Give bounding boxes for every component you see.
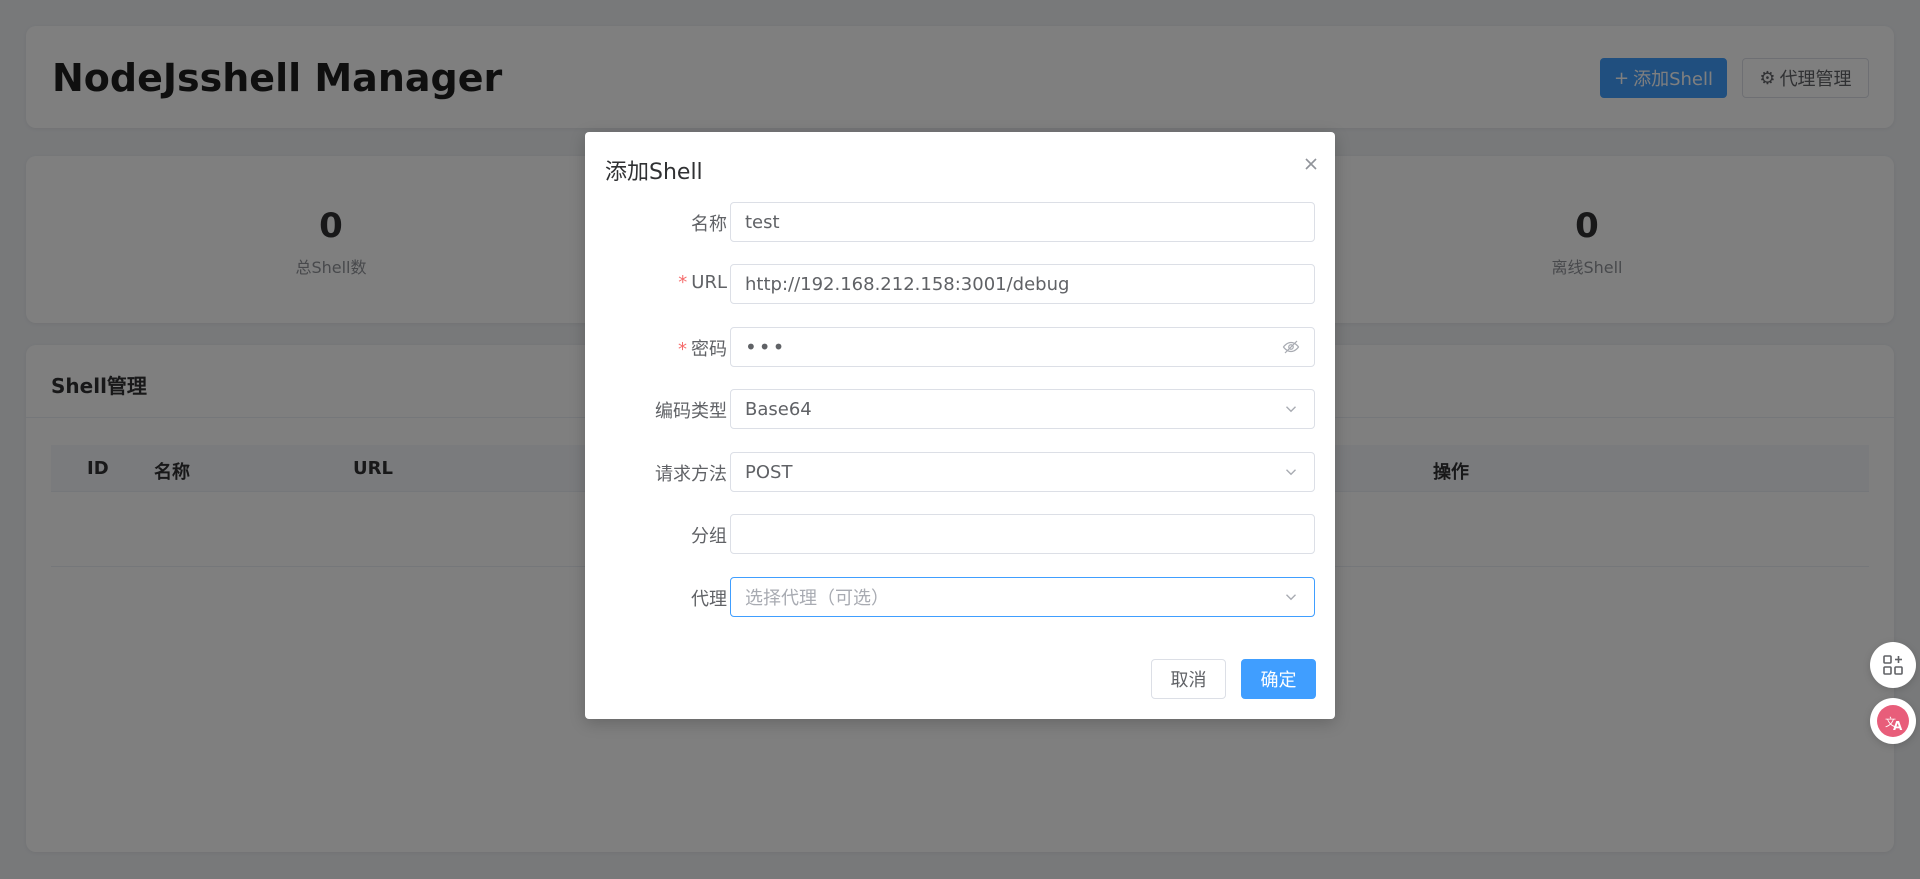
form-row-name: 名称 test <box>585 202 1335 242</box>
name-value: test <box>745 211 780 233</box>
chevron-down-icon <box>1286 406 1296 413</box>
group-label: 分组 <box>691 526 727 547</box>
chevron-down-icon <box>1286 469 1296 476</box>
confirm-button[interactable]: 确定 <box>1241 659 1316 699</box>
password-value: ••• <box>745 335 787 359</box>
required-asterisk: * <box>678 272 688 293</box>
eye-hidden-icon[interactable] <box>1282 338 1300 356</box>
form-row-password: * 密码 ••• <box>585 327 1335 367</box>
proxy-placeholder: 选择代理（可选） <box>745 588 889 609</box>
translate-icon: 文 A <box>1877 705 1909 737</box>
proxy-label: 代理 <box>691 589 727 610</box>
method-value: POST <box>745 461 793 483</box>
dialog-title: 添加Shell <box>605 160 703 185</box>
url-field[interactable]: http://192.168.212.158:3001/debug <box>730 264 1315 304</box>
method-select[interactable]: POST <box>730 452 1315 492</box>
form-row-method: 请求方法 POST <box>585 452 1335 492</box>
encoding-value: Base64 <box>745 398 812 420</box>
close-icon[interactable] <box>1299 152 1323 176</box>
required-asterisk: * <box>678 339 687 360</box>
cancel-button[interactable]: 取消 <box>1151 659 1226 699</box>
encoding-label: 编码类型 <box>655 401 727 422</box>
name-field[interactable]: test <box>730 202 1315 242</box>
url-label-text: URL <box>691 272 727 293</box>
url-value: http://192.168.212.158:3001/debug <box>745 273 1070 295</box>
proxy-select[interactable]: 选择代理（可选） <box>730 577 1315 617</box>
password-label: * 密码 <box>678 335 727 361</box>
group-field[interactable] <box>730 514 1315 554</box>
password-label-text: 密码 <box>691 339 727 360</box>
apps-float-button[interactable] <box>1870 642 1916 688</box>
method-label: 请求方法 <box>655 464 727 485</box>
form-row-proxy: 代理 选择代理（可选） <box>585 577 1335 617</box>
svg-text:A: A <box>1893 719 1903 733</box>
add-shell-dialog: 添加Shell 名称 test * URL http://192.168.212.… <box>585 132 1335 719</box>
apps-add-icon <box>1883 655 1903 675</box>
translate-float-button[interactable]: 文 A <box>1870 698 1916 744</box>
password-field[interactable]: ••• <box>730 327 1315 367</box>
form-row-encoding: 编码类型 Base64 <box>585 389 1335 429</box>
chevron-down-icon <box>1286 594 1296 601</box>
name-label: 名称 <box>691 214 727 235</box>
url-label: * URL <box>678 272 727 293</box>
encoding-select[interactable]: Base64 <box>730 389 1315 429</box>
form-row-group: 分组 <box>585 514 1335 554</box>
form-row-url: * URL http://192.168.212.158:3001/debug <box>585 264 1335 304</box>
